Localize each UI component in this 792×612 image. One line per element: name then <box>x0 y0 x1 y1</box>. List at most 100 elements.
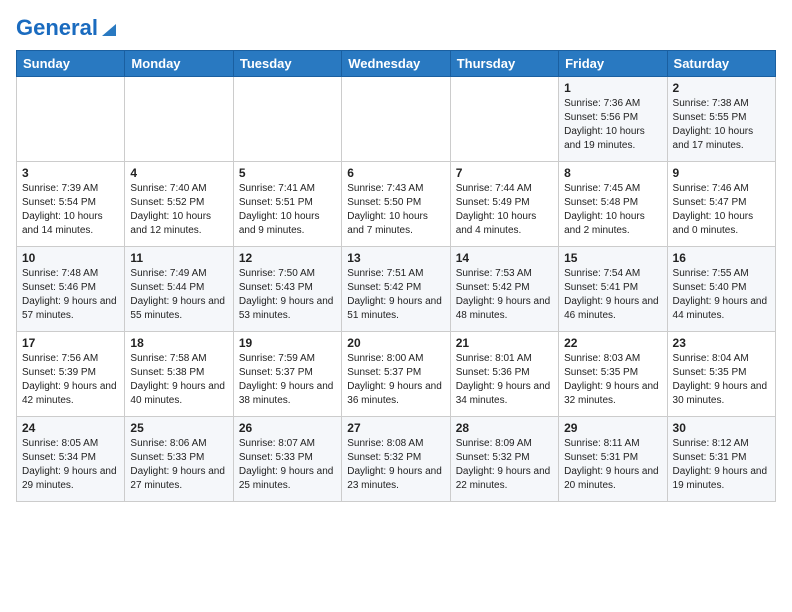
calendar-cell: 17 Sunrise: 7:56 AMSunset: 5:39 PMDayligh… <box>17 332 125 417</box>
calendar-cell: 6 Sunrise: 7:43 AMSunset: 5:50 PMDaylight… <box>342 162 450 247</box>
day-info: Sunrise: 8:12 AMSunset: 5:31 PMDaylight:… <box>673 437 770 493</box>
day-info: Sunrise: 7:56 AMSunset: 5:39 PMDaylight:… <box>22 352 119 408</box>
day-number: 27 <box>347 421 444 435</box>
logo: General <box>16 16 118 40</box>
day-number: 15 <box>564 251 661 265</box>
calendar-cell: 28Sunrise: 8:09 AMSunset: 5:32 PMDayligh… <box>450 417 558 502</box>
day-info: Sunrise: 8:06 AMSunset: 5:33 PMDaylight:… <box>130 437 227 493</box>
weekday-header-tuesday: Tuesday <box>233 51 341 77</box>
calendar-cell: 22Sunrise: 8:03 AMSunset: 5:35 PMDayligh… <box>559 332 667 417</box>
day-number: 7 <box>456 166 553 180</box>
day-number: 12 <box>239 251 336 265</box>
day-info: Sunrise: 7:51 AMSunset: 5:42 PMDaylight:… <box>347 267 444 323</box>
calendar-cell: 4 Sunrise: 7:40 AMSunset: 5:52 PMDaylight… <box>125 162 233 247</box>
weekday-header-saturday: Saturday <box>667 51 775 77</box>
day-number: 9 <box>673 166 770 180</box>
day-info: Sunrise: 8:00 AMSunset: 5:37 PMDaylight:… <box>347 352 444 408</box>
calendar-cell <box>450 77 558 162</box>
day-number: 29 <box>564 421 661 435</box>
calendar-cell <box>17 77 125 162</box>
day-info: Sunrise: 7:55 AMSunset: 5:40 PMDaylight:… <box>673 267 770 323</box>
calendar-week-row: 1 Sunrise: 7:36 AMSunset: 5:56 PMDaylight… <box>17 77 776 162</box>
day-info: Sunrise: 7:44 AMSunset: 5:49 PMDaylight:… <box>456 182 553 238</box>
day-number: 30 <box>673 421 770 435</box>
day-info: Sunrise: 7:46 AMSunset: 5:47 PMDaylight:… <box>673 182 770 238</box>
weekday-header-wednesday: Wednesday <box>342 51 450 77</box>
day-info: Sunrise: 7:58 AMSunset: 5:38 PMDaylight:… <box>130 352 227 408</box>
day-number: 21 <box>456 336 553 350</box>
calendar-header-row: SundayMondayTuesdayWednesdayThursdayFrid… <box>17 51 776 77</box>
weekday-header-friday: Friday <box>559 51 667 77</box>
day-info: Sunrise: 8:05 AMSunset: 5:34 PMDaylight:… <box>22 437 119 493</box>
calendar-cell: 23Sunrise: 8:04 AMSunset: 5:35 PMDayligh… <box>667 332 775 417</box>
day-number: 2 <box>673 81 770 95</box>
calendar-cell: 8 Sunrise: 7:45 AMSunset: 5:48 PMDaylight… <box>559 162 667 247</box>
day-number: 3 <box>22 166 119 180</box>
weekday-header-sunday: Sunday <box>17 51 125 77</box>
calendar-cell: 7 Sunrise: 7:44 AMSunset: 5:49 PMDaylight… <box>450 162 558 247</box>
day-number: 19 <box>239 336 336 350</box>
calendar-cell: 21 Sunrise: 8:01 AMSunset: 5:36 PMDayligh… <box>450 332 558 417</box>
calendar-table: SundayMondayTuesdayWednesdayThursdayFrid… <box>16 50 776 502</box>
calendar-cell <box>342 77 450 162</box>
day-info: Sunrise: 7:53 AMSunset: 5:42 PMDaylight:… <box>456 267 553 323</box>
day-info: Sunrise: 7:38 AMSunset: 5:55 PMDaylight:… <box>673 97 770 153</box>
calendar-cell: 5Sunrise: 7:41 AMSunset: 5:51 PMDaylight… <box>233 162 341 247</box>
calendar-cell: 10 Sunrise: 7:48 AMSunset: 5:46 PMDayligh… <box>17 247 125 332</box>
page-container: General SundayMondayTuesdayWednesdayThur… <box>0 0 792 512</box>
day-number: 26 <box>239 421 336 435</box>
calendar-cell: 11Sunrise: 7:49 AMSunset: 5:44 PMDayligh… <box>125 247 233 332</box>
day-info: Sunrise: 7:43 AMSunset: 5:50 PMDaylight:… <box>347 182 444 238</box>
day-info: Sunrise: 7:48 AMSunset: 5:46 PMDaylight:… <box>22 267 119 323</box>
day-info: Sunrise: 8:08 AMSunset: 5:32 PMDaylight:… <box>347 437 444 493</box>
day-number: 28 <box>456 421 553 435</box>
calendar-cell: 20Sunrise: 8:00 AMSunset: 5:37 PMDayligh… <box>342 332 450 417</box>
day-info: Sunrise: 7:54 AMSunset: 5:41 PMDaylight:… <box>564 267 661 323</box>
day-info: Sunrise: 8:11 AMSunset: 5:31 PMDaylight:… <box>564 437 661 493</box>
day-number: 23 <box>673 336 770 350</box>
day-info: Sunrise: 7:45 AMSunset: 5:48 PMDaylight:… <box>564 182 661 238</box>
day-number: 17 <box>22 336 119 350</box>
calendar-cell: 25 Sunrise: 8:06 AMSunset: 5:33 PMDayligh… <box>125 417 233 502</box>
day-number: 22 <box>564 336 661 350</box>
calendar-week-row: 10 Sunrise: 7:48 AMSunset: 5:46 PMDayligh… <box>17 247 776 332</box>
day-info: Sunrise: 7:40 AMSunset: 5:52 PMDaylight:… <box>130 182 227 238</box>
calendar-cell: 19Sunrise: 7:59 AMSunset: 5:37 PMDayligh… <box>233 332 341 417</box>
day-number: 11 <box>130 251 227 265</box>
page-header: General <box>16 16 776 40</box>
day-info: Sunrise: 7:50 AMSunset: 5:43 PMDaylight:… <box>239 267 336 323</box>
calendar-cell: 9 Sunrise: 7:46 AMSunset: 5:47 PMDaylight… <box>667 162 775 247</box>
day-number: 4 <box>130 166 227 180</box>
logo-icon <box>100 20 118 38</box>
weekday-header-thursday: Thursday <box>450 51 558 77</box>
calendar-cell: 30 Sunrise: 8:12 AMSunset: 5:31 PMDayligh… <box>667 417 775 502</box>
day-info: Sunrise: 8:07 AMSunset: 5:33 PMDaylight:… <box>239 437 336 493</box>
calendar-cell: 16 Sunrise: 7:55 AMSunset: 5:40 PMDayligh… <box>667 247 775 332</box>
day-number: 10 <box>22 251 119 265</box>
calendar-week-row: 24 Sunrise: 8:05 AMSunset: 5:34 PMDayligh… <box>17 417 776 502</box>
calendar-cell: 24 Sunrise: 8:05 AMSunset: 5:34 PMDayligh… <box>17 417 125 502</box>
day-number: 16 <box>673 251 770 265</box>
day-info: Sunrise: 7:39 AMSunset: 5:54 PMDaylight:… <box>22 182 119 238</box>
calendar-cell: 12 Sunrise: 7:50 AMSunset: 5:43 PMDayligh… <box>233 247 341 332</box>
weekday-header-monday: Monday <box>125 51 233 77</box>
calendar-cell <box>125 77 233 162</box>
calendar-cell: 3 Sunrise: 7:39 AMSunset: 5:54 PMDaylight… <box>17 162 125 247</box>
day-info: Sunrise: 7:41 AMSunset: 5:51 PMDaylight:… <box>239 182 336 238</box>
day-number: 24 <box>22 421 119 435</box>
day-number: 6 <box>347 166 444 180</box>
day-info: Sunrise: 8:01 AMSunset: 5:36 PMDaylight:… <box>456 352 553 408</box>
calendar-cell: 15 Sunrise: 7:54 AMSunset: 5:41 PMDayligh… <box>559 247 667 332</box>
calendar-week-row: 17 Sunrise: 7:56 AMSunset: 5:39 PMDayligh… <box>17 332 776 417</box>
day-number: 14 <box>456 251 553 265</box>
logo-text: General <box>16 16 98 40</box>
calendar-cell: 2 Sunrise: 7:38 AMSunset: 5:55 PMDaylight… <box>667 77 775 162</box>
day-number: 8 <box>564 166 661 180</box>
calendar-cell: 1 Sunrise: 7:36 AMSunset: 5:56 PMDaylight… <box>559 77 667 162</box>
calendar-cell <box>233 77 341 162</box>
day-info: Sunrise: 7:36 AMSunset: 5:56 PMDaylight:… <box>564 97 661 153</box>
day-number: 25 <box>130 421 227 435</box>
calendar-cell: 18Sunrise: 7:58 AMSunset: 5:38 PMDayligh… <box>125 332 233 417</box>
day-number: 1 <box>564 81 661 95</box>
calendar-cell: 13Sunrise: 7:51 AMSunset: 5:42 PMDayligh… <box>342 247 450 332</box>
